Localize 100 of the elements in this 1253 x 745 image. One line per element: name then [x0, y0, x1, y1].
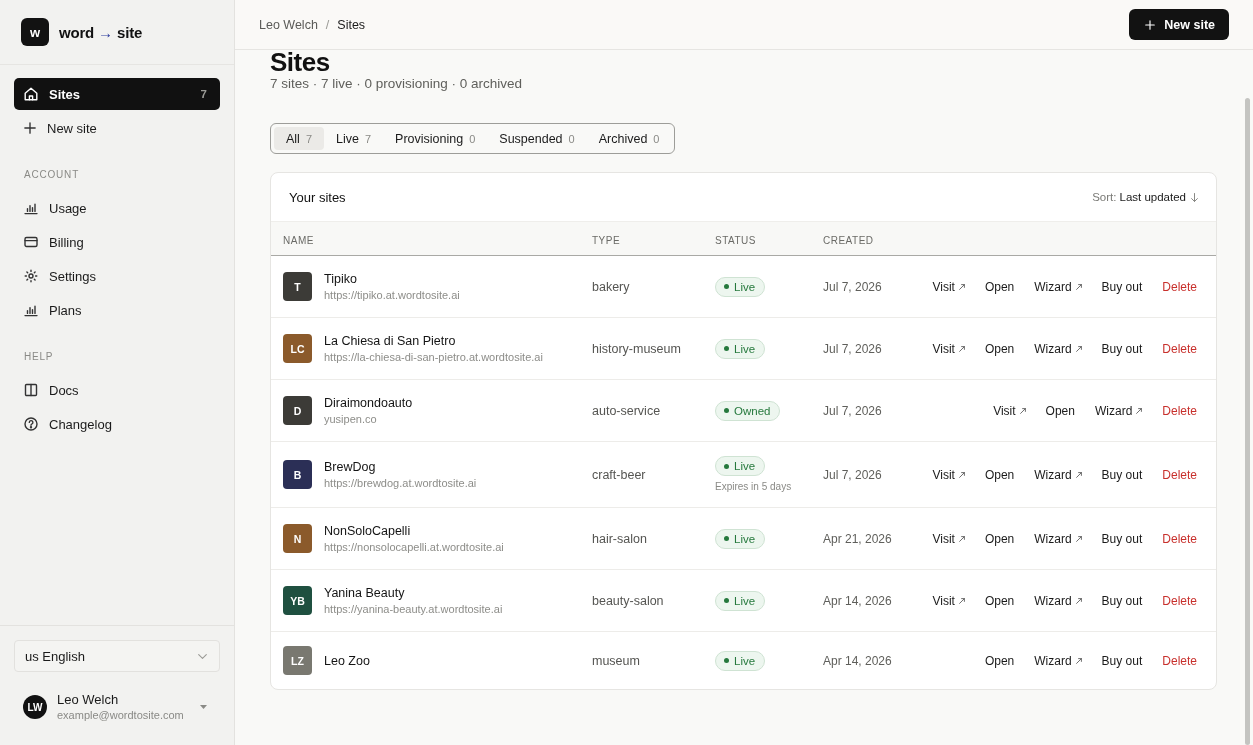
- site-avatar: LC: [283, 334, 312, 363]
- row-action[interactable]: Wizard: [1034, 341, 1082, 356]
- row-action[interactable]: Delete: [1162, 467, 1197, 482]
- site-type: history-museum: [592, 341, 681, 356]
- sidebar-item[interactable]: Changelog: [14, 408, 220, 440]
- row-action[interactable]: Visit: [993, 403, 1026, 418]
- sort-button[interactable]: Last updated: [1119, 191, 1198, 203]
- created-date: Jul 7, 2026: [823, 279, 882, 294]
- row-action[interactable]: Open: [984, 653, 1015, 668]
- row-action[interactable]: Open: [1045, 403, 1075, 418]
- row-action[interactable]: Visit: [932, 593, 965, 608]
- column-header: NAME: [283, 234, 314, 246]
- filter-tab[interactable]: Suspended 0: [487, 127, 587, 150]
- row-action[interactable]: Delete: [1162, 279, 1197, 294]
- row-action[interactable]: Wizard: [1034, 593, 1082, 608]
- status-label: Live: [734, 460, 756, 472]
- status-dot-icon: [724, 284, 729, 289]
- bar-chart-icon: [24, 303, 38, 317]
- external-arrow-icon: [1075, 345, 1082, 352]
- row-action[interactable]: Delete: [1162, 531, 1197, 546]
- external-arrow-icon: [1075, 283, 1082, 290]
- column-header: CREATED: [823, 234, 874, 246]
- row-action[interactable]: Buy out: [1101, 653, 1143, 668]
- row-action[interactable]: Visit: [932, 279, 965, 294]
- status-label: Live: [734, 342, 756, 355]
- filter-tab[interactable]: Provisioning 0: [383, 127, 488, 150]
- site-avatar: D: [283, 396, 312, 425]
- row-action[interactable]: Delete: [1162, 341, 1197, 356]
- column-header: STATUS: [715, 234, 756, 246]
- row-action[interactable]: Delete: [1162, 653, 1197, 668]
- sidebar-item[interactable]: Docs: [14, 374, 220, 406]
- site-name: Tipiko: [324, 271, 357, 288]
- row-action[interactable]: Buy out: [1101, 467, 1143, 482]
- row-action[interactable]: Open: [984, 593, 1015, 608]
- external-arrow-icon: [1136, 407, 1143, 414]
- site-type: craft-beer: [592, 467, 646, 482]
- site-avatar: LZ: [283, 646, 312, 675]
- status-dot-icon: [724, 408, 729, 413]
- caret-down-icon[interactable]: [200, 705, 207, 709]
- tab-count: 0: [469, 132, 476, 145]
- chevron-down-icon[interactable]: [198, 653, 207, 659]
- created-date: Apr 21, 2026: [823, 531, 892, 546]
- sidebar-item[interactable]: Usage: [14, 192, 220, 224]
- filter-tab[interactable]: Archived 0: [586, 127, 672, 150]
- row-action[interactable]: Visit: [932, 341, 965, 356]
- external-arrow-icon: [1075, 471, 1082, 478]
- site-name: Leo Zoo: [324, 652, 370, 670]
- expiry-note: Expires in 5 days: [715, 480, 792, 493]
- new-site-button[interactable]: New site: [1129, 9, 1229, 40]
- row-action[interactable]: Buy out: [1101, 341, 1143, 356]
- sidebar-item[interactable]: New site: [14, 112, 220, 144]
- columns-icon: [24, 383, 38, 397]
- row-action[interactable]: Wizard: [1094, 403, 1143, 418]
- row-action[interactable]: Buy out: [1101, 279, 1143, 294]
- row-action[interactable]: Open: [984, 279, 1015, 294]
- bar-chart-icon: [24, 201, 38, 215]
- external-arrow-icon: [1075, 657, 1082, 664]
- sidebar-item[interactable]: Plans: [14, 294, 220, 326]
- sidebar-item[interactable]: Billing: [14, 226, 220, 258]
- site-avatar: N: [283, 524, 312, 553]
- row-action[interactable]: Buy out: [1101, 531, 1143, 546]
- row-action[interactable]: Wizard: [1034, 279, 1082, 294]
- page-summary: 7 sites · 7 live · 0 provisioning · 0 archived: [270, 75, 523, 93]
- card-title: Your sites: [289, 189, 346, 205]
- scrollbar-thumb[interactable]: [1245, 98, 1250, 745]
- filter-tab[interactable]: Live 7: [324, 127, 384, 150]
- row-action[interactable]: Open: [984, 467, 1015, 482]
- logo-mark[interactable]: w: [21, 18, 49, 46]
- site-avatar: YB: [283, 586, 312, 615]
- sidebar-item[interactable]: Settings: [14, 260, 220, 292]
- site-name: La Chiesa di San Pietro: [324, 333, 456, 350]
- status-label: Live: [734, 654, 756, 667]
- row-action[interactable]: Open: [984, 531, 1015, 546]
- created-date: Apr 14, 2026: [823, 593, 892, 608]
- tab-count: 0: [568, 132, 575, 145]
- filter-tab[interactable]: All 7: [274, 127, 325, 150]
- row-action[interactable]: Delete: [1162, 403, 1197, 418]
- breadcrumb-link[interactable]: Leo Welch: [259, 17, 318, 32]
- row-action[interactable]: Visit: [932, 531, 965, 546]
- site-type: hair-salon: [592, 531, 647, 546]
- row-action[interactable]: Wizard: [1034, 653, 1082, 668]
- site-url: https://tipiko.at.wordtosite.ai: [324, 288, 460, 303]
- row-action[interactable]: Buy out: [1101, 593, 1143, 608]
- logo-text: word: [59, 23, 95, 41]
- site-url: https://la-chiesa-di-san-pietro.at.wordtosite.ai: [324, 350, 543, 365]
- logo-text: site: [117, 23, 143, 41]
- sidebar-item[interactable]: Sites 7: [14, 78, 220, 110]
- row-action[interactable]: Open: [984, 341, 1015, 356]
- row-action[interactable]: Delete: [1162, 593, 1197, 608]
- user-email: example@wordtosite.com: [57, 708, 184, 723]
- credit-card-icon: [24, 235, 38, 249]
- row-action[interactable]: Wizard: [1034, 531, 1082, 546]
- external-arrow-icon: [1075, 535, 1082, 542]
- site-url: yusipen.co: [324, 412, 377, 427]
- plus-icon: [24, 122, 36, 134]
- created-date: Apr 14, 2026: [823, 653, 892, 668]
- row-action[interactable]: Wizard: [1034, 467, 1082, 482]
- external-arrow-icon: [958, 283, 965, 290]
- row-action[interactable]: Visit: [932, 467, 965, 482]
- language-select[interactable]: us English: [14, 640, 220, 672]
